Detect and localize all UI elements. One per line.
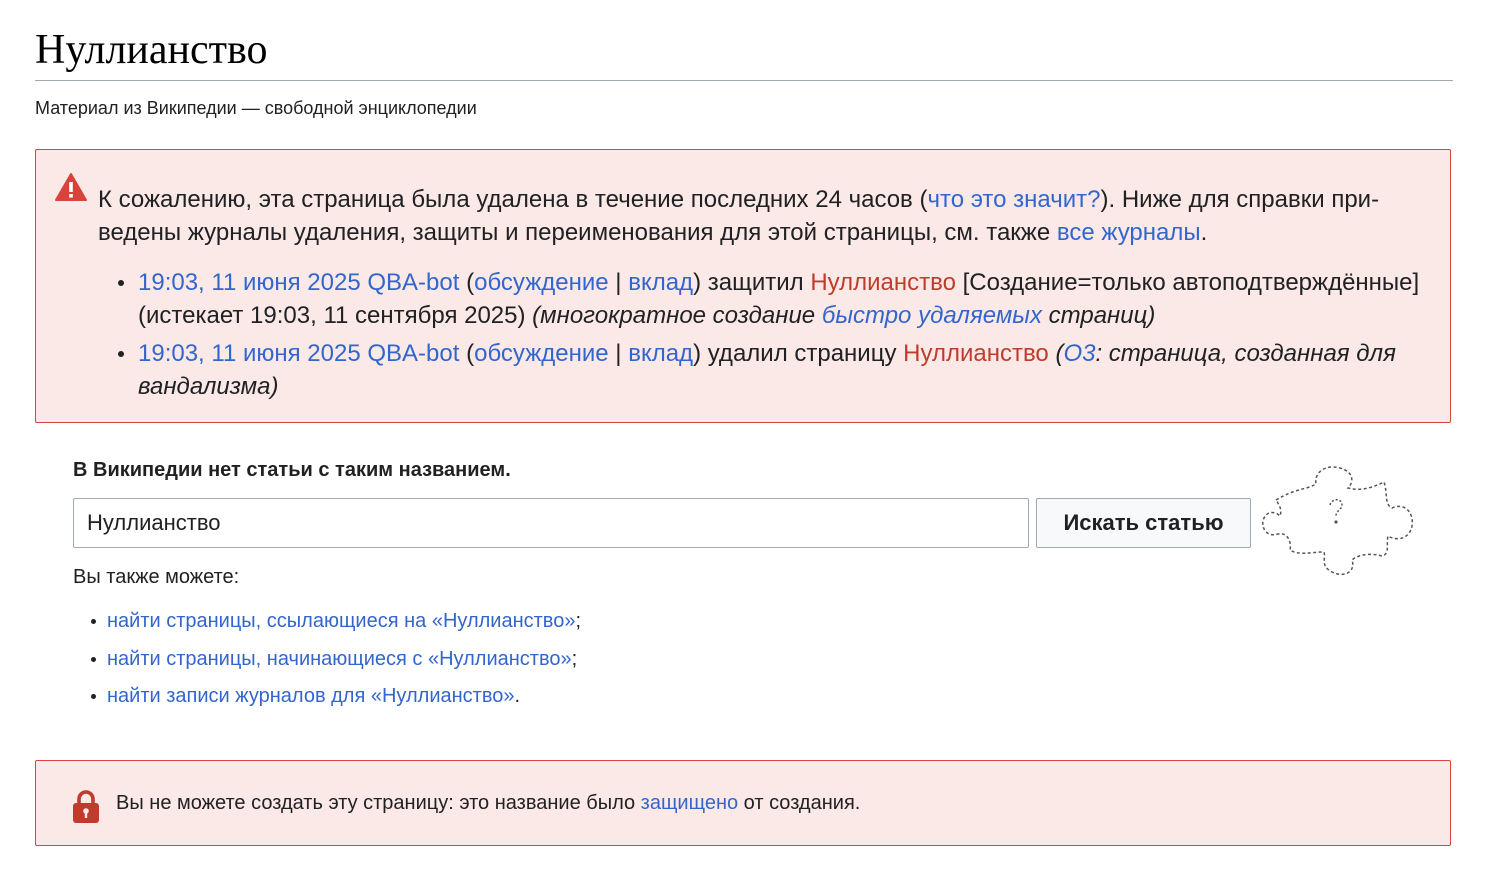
page: Нуллианство Материал из Википедии — своб…	[0, 0, 1488, 884]
alert-triangle-icon	[55, 173, 87, 201]
user-talk-link[interactable]: обсуждение	[474, 269, 609, 296]
deletion-warning-box: К сожалению, эта страница была удалена в…	[35, 149, 1451, 423]
list-item: найти записи журналов для «Нуллианство».	[91, 683, 581, 709]
log-entry-reason: (многократное создание быстро удаляемых …	[532, 302, 1156, 329]
deletion-warning-text: К сожалению, эта страница была удалена в…	[98, 186, 1380, 246]
title-divider	[35, 80, 1453, 81]
log-entry-user[interactable]: QBA-bot	[367, 340, 459, 367]
page-tagline: Материал из Википедии — свободной энцикл…	[35, 98, 477, 118]
log-entry-delete: 19:03, 11 июня 2025 QBA-bot (обсуждение …	[118, 337, 1434, 403]
log-entry-protect: 19:03, 11 июня 2025 QBA-bot (обсуждение …	[118, 266, 1434, 332]
user-talk-link[interactable]: обсуждение	[474, 340, 609, 367]
log-entry-user[interactable]: QBA-bot	[367, 269, 459, 296]
log-records-link[interactable]: найти записи журналов для «Нуллианство»	[107, 685, 514, 707]
user-contribs-link[interactable]: вклад	[628, 269, 693, 296]
search-article-button[interactable]: Искать статью	[1036, 498, 1251, 548]
search-options-list: найти страницы, ссылающиеся на «Нуллианс…	[91, 608, 581, 721]
puzzle-piece-question-icon	[1262, 466, 1414, 576]
log-entry-timestamp[interactable]: 19:03, 11 июня 2025	[138, 340, 361, 367]
log-entries: 19:03, 11 июня 2025 QBA-bot (обсуждение …	[118, 266, 1434, 408]
what-does-this-mean-link[interactable]: что это значит?	[927, 186, 1100, 213]
speedy-deletion-link[interactable]: быстро удаляемых	[822, 302, 1042, 329]
page-redlink[interactable]: Нуллианство	[810, 269, 956, 296]
what-links-here-link[interactable]: найти страницы, ссылающиеся на «Нуллианс…	[107, 610, 575, 632]
protection-notice-text: Вы не можете создать эту страницу: это н…	[116, 792, 861, 814]
page-title: Нуллианство	[35, 27, 268, 73]
also-can-label: Вы также можете:	[73, 566, 240, 588]
list-item: найти страницы, ссылающиеся на «Нуллианс…	[91, 608, 581, 634]
criterion-o3-link[interactable]: О3	[1063, 340, 1095, 367]
list-item: найти страницы, начинающиеся с «Нуллианс…	[91, 646, 581, 672]
user-contribs-link[interactable]: вклад	[628, 340, 693, 367]
lock-icon	[73, 790, 99, 823]
all-logs-link[interactable]: все журналы	[1057, 219, 1201, 246]
protected-link[interactable]: защищено	[641, 792, 738, 814]
log-entry-timestamp[interactable]: 19:03, 11 июня 2025	[138, 269, 361, 296]
prefix-index-link[interactable]: найти страницы, начинающиеся с «Нуллианс…	[107, 648, 572, 670]
protection-notice-box: Вы не можете создать эту страницу: это н…	[35, 760, 1451, 846]
search-input[interactable]	[73, 498, 1029, 548]
page-redlink[interactable]: Нуллианство	[903, 340, 1049, 367]
no-article-heading: В Википедии нет статьи с таким названием…	[73, 459, 511, 481]
